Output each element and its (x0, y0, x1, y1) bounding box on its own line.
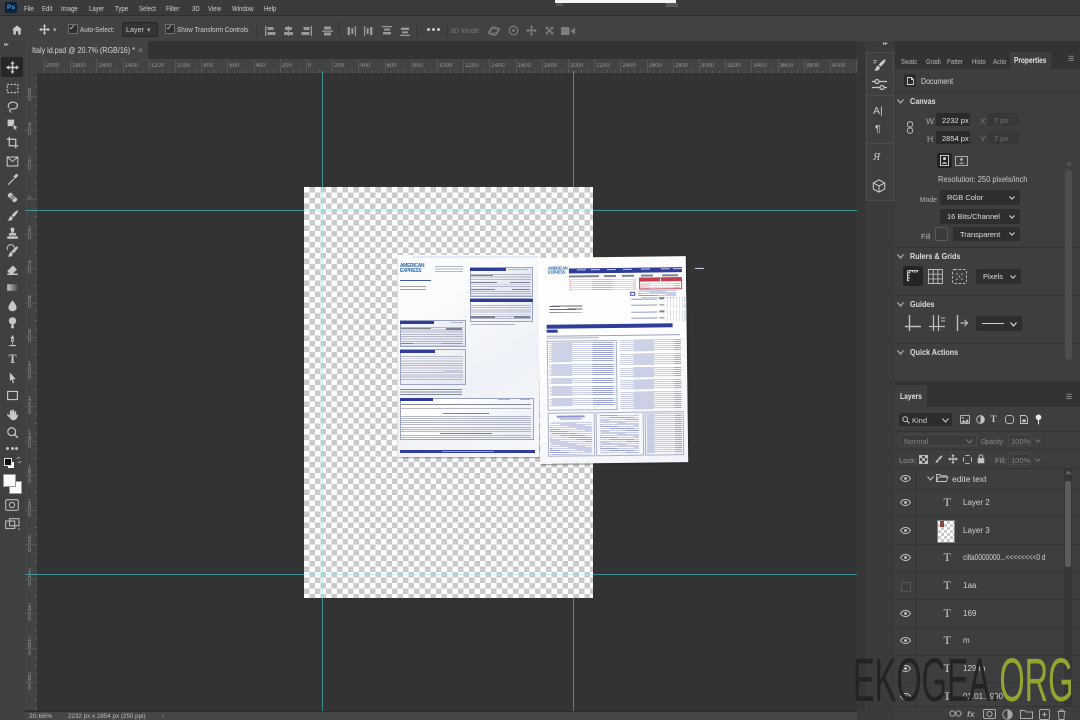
svg-text:T: T (8, 352, 16, 366)
